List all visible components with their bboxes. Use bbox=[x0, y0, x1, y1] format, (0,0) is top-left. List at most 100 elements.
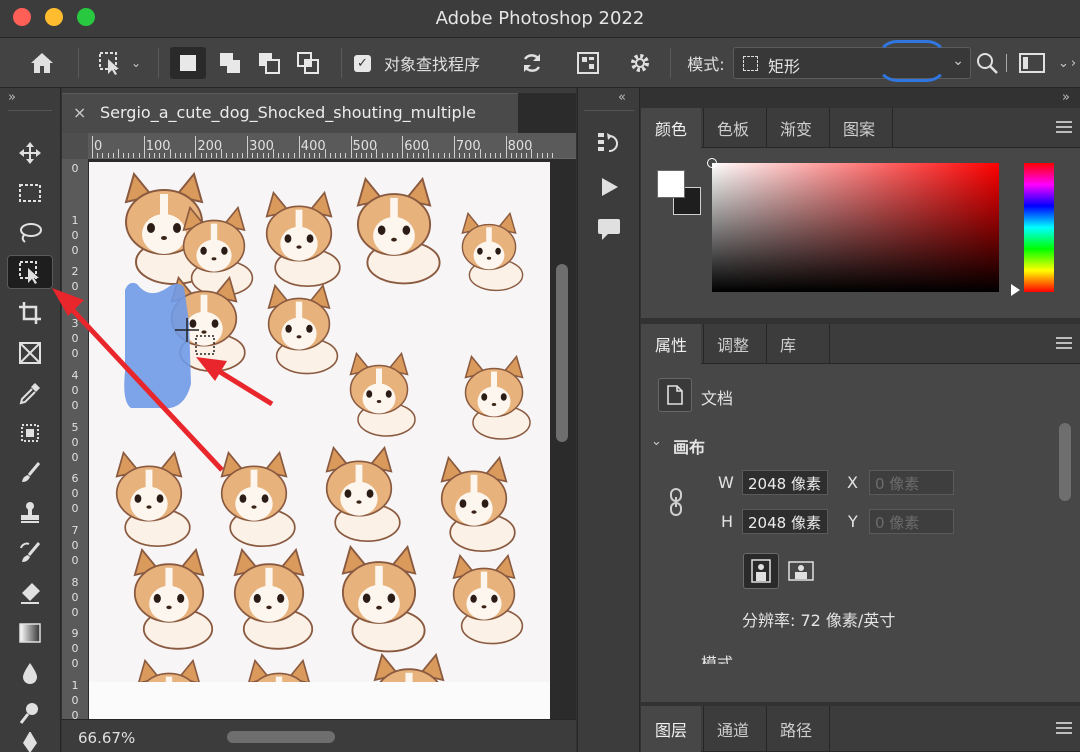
dog-eye bbox=[156, 494, 164, 503]
settings-button[interactable] bbox=[624, 47, 656, 79]
objects-grid-icon bbox=[577, 52, 599, 74]
canvas-height-input[interactable]: 2048 像素 bbox=[742, 509, 828, 534]
object-selection-tool[interactable] bbox=[7, 255, 53, 289]
lasso-icon bbox=[20, 223, 42, 243]
add-to-selection-button[interactable] bbox=[212, 47, 248, 79]
dog-blaze bbox=[200, 294, 208, 316]
vertical-ruler[interactable]: 0 1 0 0 2 0 0 3 0 0 4 0 0 5 0 0 6 0 0 7 0 0 8 0 … bbox=[62, 159, 88, 719]
move-tool[interactable] bbox=[7, 136, 53, 170]
pen-tool[interactable] bbox=[7, 732, 53, 752]
workspace-dropdown[interactable]: ⌄ › bbox=[1056, 47, 1078, 79]
dodge-tool[interactable] bbox=[7, 696, 53, 730]
document-tab[interactable]: × Sergio_a_cute_dog_Shocked_shouting_mul… bbox=[62, 93, 518, 133]
tab-channels[interactable]: 通道 bbox=[703, 706, 763, 752]
horizontal-ruler[interactable]: 0 100 200 300 400 500 600 700 800 bbox=[88, 133, 576, 159]
home-button[interactable] bbox=[24, 47, 60, 79]
actions-panel-button[interactable] bbox=[592, 170, 626, 204]
brush-tool[interactable] bbox=[7, 456, 53, 490]
canvas-section-title[interactable]: 画布 bbox=[673, 434, 705, 458]
comments-panel-button[interactable] bbox=[592, 212, 626, 246]
properties-panel-menu-icon[interactable] bbox=[1056, 337, 1072, 349]
toolbar-collapse-button[interactable]: » bbox=[8, 90, 16, 105]
chevron-down-icon[interactable]: ⌄ bbox=[651, 434, 662, 449]
ruler-minor-tick bbox=[417, 153, 419, 158]
toolbar-grip[interactable] bbox=[8, 110, 52, 111]
dog-blaze bbox=[470, 474, 478, 496]
canvas-y-input[interactable]: 0 像素 bbox=[869, 509, 954, 534]
clone-stamp-tool[interactable] bbox=[7, 496, 53, 530]
dog-nose bbox=[491, 403, 497, 406]
frame-tool[interactable] bbox=[7, 336, 53, 370]
separator bbox=[341, 48, 342, 78]
dock-collapse-button[interactable]: » bbox=[1062, 90, 1070, 105]
eraser-tool[interactable] bbox=[7, 576, 53, 610]
tab-adjustments[interactable]: 调整 bbox=[703, 324, 763, 364]
dog-sticker bbox=[133, 547, 214, 650]
lasso-tool[interactable] bbox=[7, 216, 53, 250]
history-brush-icon bbox=[20, 542, 41, 562]
workspace-button[interactable] bbox=[1016, 47, 1048, 79]
ruler-tick-label: 2 0 0 bbox=[71, 265, 79, 309]
history-brush-tool[interactable] bbox=[7, 536, 53, 570]
close-tab-icon[interactable]: × bbox=[73, 103, 86, 122]
eyedropper-tool[interactable] bbox=[7, 376, 53, 410]
dog-sticker bbox=[325, 445, 401, 543]
tab-layers[interactable]: 图层 bbox=[641, 706, 702, 752]
ruler-tick-label: 8 0 0 bbox=[71, 575, 79, 619]
blur-tool[interactable] bbox=[7, 656, 53, 690]
canvas-x-input[interactable]: 0 像素 bbox=[869, 470, 954, 495]
tab-libraries[interactable]: 库 bbox=[766, 324, 810, 364]
tab-properties[interactable]: 属性 bbox=[641, 324, 702, 364]
link-dimensions-icon[interactable] bbox=[668, 488, 684, 516]
ruler-tick-label: 9 0 0 bbox=[71, 627, 79, 671]
rectangular-marquee-tool[interactable] bbox=[7, 176, 53, 210]
layers-panel-menu-icon[interactable] bbox=[1056, 722, 1072, 734]
foreground-color-swatch[interactable] bbox=[657, 170, 685, 198]
ruler-tick-label: 600 bbox=[404, 139, 430, 154]
tab-gradients[interactable]: 渐变 bbox=[766, 108, 826, 148]
color-panel-menu-icon[interactable] bbox=[1056, 121, 1072, 133]
color-picker-handle[interactable] bbox=[707, 158, 717, 168]
new-selection-button[interactable] bbox=[170, 47, 206, 79]
refresh-button[interactable] bbox=[516, 47, 548, 79]
hue-slider-handle[interactable] bbox=[1011, 284, 1020, 296]
hue-slider[interactable] bbox=[1024, 163, 1054, 292]
intersect-selection-button[interactable] bbox=[290, 47, 326, 79]
saturation-brightness-picker[interactable] bbox=[712, 163, 999, 292]
tab-color[interactable]: 颜色 bbox=[641, 108, 702, 148]
ruler-minor-tick bbox=[293, 153, 295, 158]
tool-preset-picker[interactable]: ⌄ bbox=[92, 47, 146, 79]
history-panel-button[interactable] bbox=[592, 126, 626, 160]
search-button[interactable] bbox=[974, 47, 1000, 79]
dog-nose bbox=[251, 505, 257, 509]
canvas-width-input[interactable]: 2048 像素 bbox=[742, 470, 828, 495]
ruler-minor-tick bbox=[309, 153, 311, 158]
tab-patterns[interactable]: 图案 bbox=[829, 108, 889, 148]
landscape-orientation-button[interactable] bbox=[783, 553, 819, 589]
healing-brush-tool[interactable] bbox=[7, 416, 53, 450]
dog-eye bbox=[177, 593, 185, 603]
show-all-objects-button[interactable] bbox=[572, 47, 604, 79]
portrait-orientation-button[interactable] bbox=[743, 553, 779, 589]
tab-swatches[interactable]: 色板 bbox=[703, 108, 763, 148]
object-finder-checkbox[interactable]: ✓ bbox=[354, 54, 371, 72]
zoom-level[interactable]: 66.67% bbox=[78, 729, 135, 747]
panel-grip[interactable] bbox=[584, 110, 634, 111]
canvas-viewport[interactable] bbox=[88, 159, 551, 719]
vertical-scrollbar[interactable] bbox=[556, 264, 568, 442]
ruler-origin[interactable] bbox=[62, 133, 88, 159]
ruler-minor-tick bbox=[510, 153, 512, 158]
gradient-tool[interactable] bbox=[7, 616, 53, 650]
panel-collapse-button[interactable]: « bbox=[618, 90, 626, 105]
subtract-from-selection-button[interactable] bbox=[251, 47, 287, 79]
object-selection-highlight bbox=[124, 282, 191, 409]
crop-tool[interactable] bbox=[7, 296, 53, 330]
properties-scrollbar[interactable] bbox=[1059, 423, 1071, 501]
separator bbox=[158, 48, 159, 78]
object-finder-toggle[interactable]: ✓ 对象查找程序 bbox=[354, 47, 494, 79]
horizontal-scrollbar[interactable] bbox=[227, 731, 335, 743]
ruler-tick bbox=[402, 136, 404, 158]
canvas-image[interactable] bbox=[89, 162, 550, 719]
tab-paths[interactable]: 路径 bbox=[766, 706, 826, 752]
document-window: × Sergio_a_cute_dog_Shocked_shouting_mul… bbox=[62, 88, 576, 752]
